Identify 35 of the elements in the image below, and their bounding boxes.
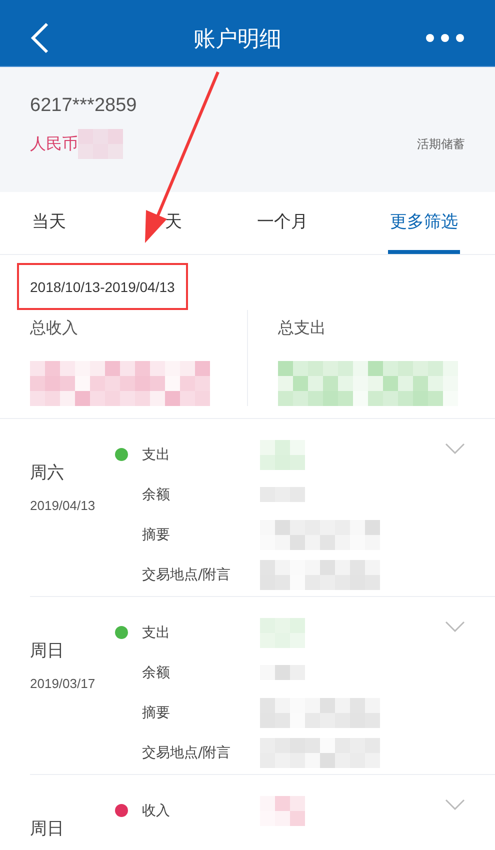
chevron-down-icon[interactable] (445, 799, 465, 810)
date-range: 2018/10/13-2019/04/13 (30, 279, 175, 295)
summary-label: 总收入 (30, 318, 79, 339)
filter-tab[interactable]: 更多筛选 (388, 192, 460, 254)
currency-label: 人民币 (30, 134, 78, 154)
field-label: 交易地点/附言 (142, 566, 232, 584)
field-label: 余额 (142, 664, 171, 682)
transaction-date: 2019/03/17 (30, 676, 96, 691)
field-label: 摘要 (142, 704, 171, 722)
redacted-mosaic (260, 618, 305, 648)
chevron-down-icon[interactable] (445, 443, 465, 454)
account-type: 活期储蓄 (417, 136, 465, 152)
transaction-date: 2019/04/13 (30, 498, 96, 513)
filter-tab[interactable]: 当天 (30, 192, 68, 254)
back-icon[interactable] (30, 22, 50, 54)
field-label: 余额 (142, 486, 171, 504)
field-label: 支出 (142, 446, 171, 464)
filter-tab[interactable]: 天 (163, 192, 184, 254)
redacted-mosaic (260, 796, 305, 826)
field-label: 摘要 (142, 526, 171, 544)
weekday-label: 周日 (30, 818, 65, 840)
filter-tab[interactable]: 一个月 (255, 192, 310, 254)
page-title: 账户明细 (194, 26, 282, 54)
account-number: 6217***2859 (30, 95, 138, 117)
weekday-label: 周六 (30, 462, 65, 484)
field-label: 收入 (142, 802, 171, 820)
more-icon[interactable] (425, 33, 465, 43)
weekday-label: 周日 (30, 640, 65, 662)
redacted-mosaic (260, 440, 305, 470)
redacted-mosaic (78, 129, 123, 159)
chevron-down-icon[interactable] (445, 621, 465, 632)
redacted-mosaic (260, 665, 305, 680)
field-label: 交易地点/附言 (142, 744, 232, 762)
summary-label: 总支出 (278, 318, 327, 339)
field-label: 支出 (142, 624, 171, 642)
